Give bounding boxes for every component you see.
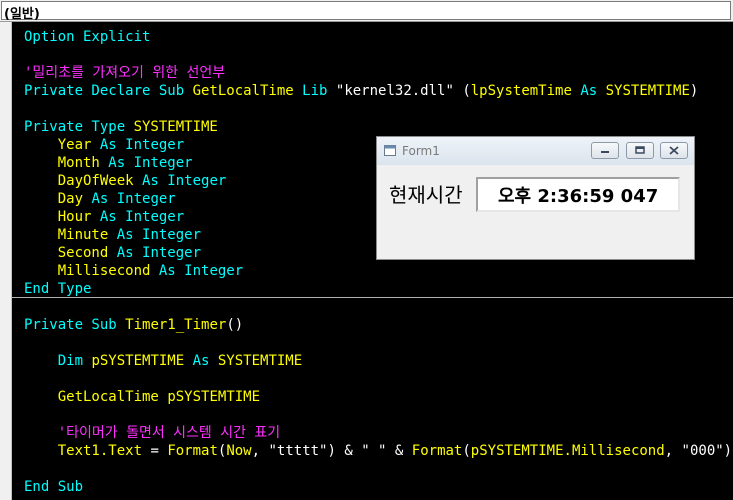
code-line-17[interactable]: Private Sub Timer1_Timer() [24, 316, 732, 334]
object-combo[interactable]: (일반) [1, 1, 731, 22]
form-icon [384, 145, 396, 156]
code-line-24[interactable]: Text1.Text = Format(Now, "ttttt") & " " … [24, 442, 732, 460]
code-line-22[interactable] [24, 406, 732, 424]
form1-window[interactable]: Form1 현재시간 오후 2:36:59 047 [376, 136, 695, 260]
form1-title: Form1 [402, 144, 440, 158]
code-window-toolbar: (일반) [0, 0, 733, 22]
code-line-21[interactable]: GetLocalTime pSYSTEMTIME [24, 388, 732, 406]
time-textbox[interactable]: 오후 2:36:59 047 [476, 177, 680, 212]
code-line-4[interactable]: Private Declare Sub GetLocalTime Lib "ke… [24, 82, 732, 100]
code-line-19[interactable]: Dim pSYSTEMTIME As SYSTEMTIME [24, 352, 732, 370]
code-line-2[interactable] [24, 46, 732, 64]
code-line-20[interactable] [24, 370, 732, 388]
code-line-1[interactable]: Option Explicit [24, 28, 732, 46]
close-icon [669, 146, 679, 155]
code-line-3[interactable]: '밀리초를 가져오기 위한 선언부 [24, 64, 732, 82]
code-editor[interactable]: Option Explicit '밀리초를 가져오기 위한 선언부 Privat… [24, 28, 732, 496]
margin-indicator-bar[interactable] [0, 22, 12, 500]
code-line-15[interactable]: End Type [24, 280, 732, 298]
code-line-26[interactable]: End Sub [24, 478, 732, 496]
object-combo-value: (일반) [4, 7, 40, 22]
current-time-label: 현재시간 [389, 183, 463, 207]
code-line-6[interactable]: Private Type SYSTEMTIME [24, 118, 732, 136]
code-line-23[interactable]: '타이머가 돌면서 시스템 시간 표기 [24, 424, 732, 442]
minimize-icon [601, 151, 609, 153]
code-line-5[interactable] [24, 100, 732, 118]
minimize-button[interactable] [591, 142, 619, 159]
code-line-25[interactable] [24, 460, 732, 478]
code-line-14[interactable]: Millisecond As Integer [24, 262, 732, 280]
code-line-18[interactable] [24, 334, 732, 352]
code-line-16[interactable] [24, 298, 732, 316]
maximize-icon [635, 146, 645, 154]
form1-titlebar[interactable]: Form1 [377, 137, 694, 165]
maximize-button[interactable] [626, 142, 654, 159]
close-button[interactable] [660, 142, 688, 159]
procedure-separator [12, 297, 733, 298]
time-textbox-value: 오후 2:36:59 047 [498, 186, 659, 207]
